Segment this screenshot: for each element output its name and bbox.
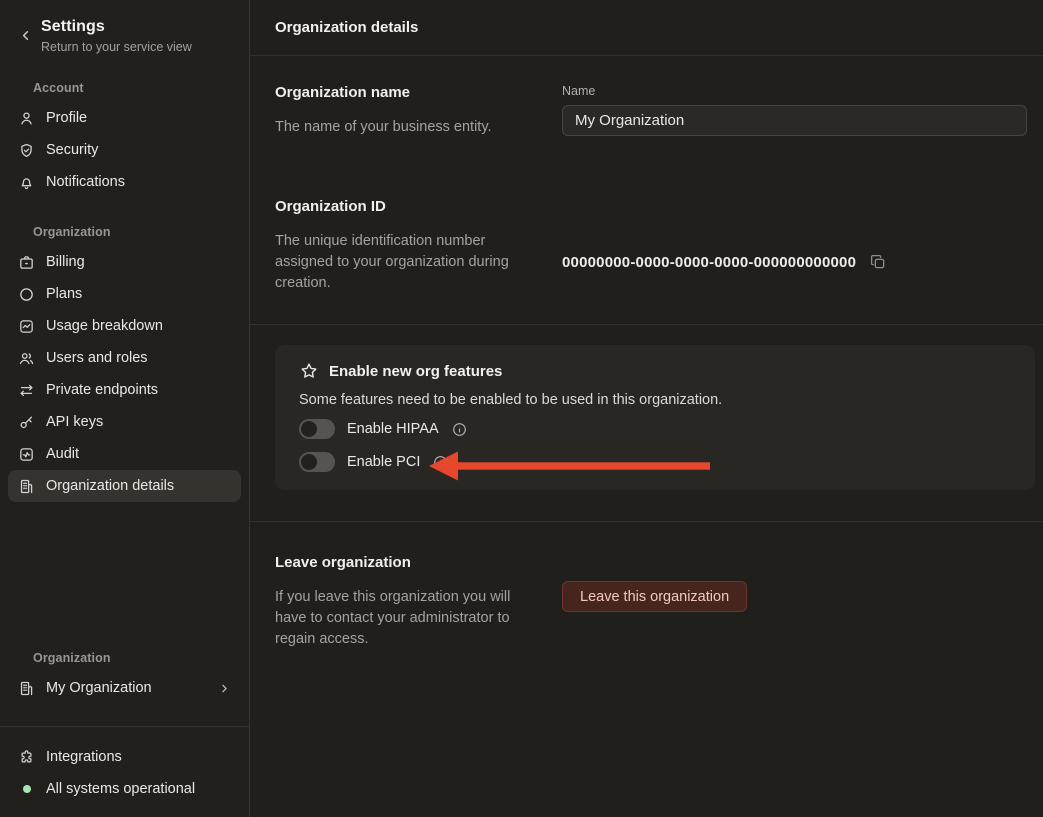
sidebar-item-private-endpoints[interactable]: Private endpoints bbox=[8, 374, 241, 406]
org-id-value: 00000000-0000-0000-0000-000000000000 bbox=[562, 254, 856, 271]
pulse-square-icon bbox=[18, 446, 35, 463]
org-switcher-label: Organization bbox=[33, 651, 249, 665]
integrations-label: Integrations bbox=[46, 749, 122, 765]
users-icon bbox=[18, 350, 35, 367]
page-title: Organization details bbox=[275, 19, 418, 36]
sidebar-title: Settings bbox=[41, 18, 192, 36]
sidebar-item-label: Users and roles bbox=[46, 350, 148, 366]
features-card-description: Some features need to be enabled to be u… bbox=[299, 392, 1011, 408]
hipaa-row: Enable HIPAA bbox=[299, 417, 1011, 441]
sidebar-spacer bbox=[0, 502, 249, 624]
status-label: All systems operational bbox=[46, 781, 195, 797]
sidebar-footer: Integrations All systems operational bbox=[0, 726, 249, 817]
hipaa-toggle-label: Enable HIPAA bbox=[347, 421, 439, 437]
leave-org-section: Leave organization If you leave this org… bbox=[250, 522, 1043, 680]
sidebar-header: Settings Return to your service view bbox=[0, 0, 249, 54]
org-name-input[interactable] bbox=[562, 105, 1027, 136]
enable-hipaa-toggle[interactable] bbox=[299, 419, 335, 439]
sidebar-item-profile[interactable]: Profile bbox=[8, 102, 241, 134]
sidebar-item-notifications[interactable]: Notifications bbox=[8, 166, 241, 198]
org-switcher-value: My Organization bbox=[46, 680, 152, 696]
leave-org-description: If you leave this organization you will … bbox=[275, 587, 540, 650]
org-id-description: The unique identification number assigne… bbox=[275, 231, 540, 294]
org-id-section: Organization ID The unique identificatio… bbox=[250, 168, 1043, 324]
sidebar-item-label: Notifications bbox=[46, 174, 125, 190]
back-button[interactable] bbox=[18, 28, 33, 43]
sidebar-subtitle: Return to your service view bbox=[41, 40, 192, 54]
leave-organization-button[interactable]: Leave this organization bbox=[562, 581, 747, 612]
sidebar-item-audit[interactable]: Audit bbox=[8, 438, 241, 470]
sidebar-item-label: Private endpoints bbox=[46, 382, 158, 398]
org-name-section: Organization name The name of your busin… bbox=[250, 56, 1043, 168]
sidebar-item-label: Usage breakdown bbox=[46, 318, 163, 334]
org-name-title: Organization name bbox=[275, 84, 540, 101]
enable-features-card: Enable new org features Some features ne… bbox=[275, 345, 1035, 490]
bell-icon bbox=[18, 174, 35, 191]
sidebar-item-usage-breakdown[interactable]: Usage breakdown bbox=[8, 310, 241, 342]
sidebar-item-plans[interactable]: Plans bbox=[8, 278, 241, 310]
star-icon bbox=[299, 361, 319, 381]
building-icon bbox=[18, 680, 35, 697]
leave-org-title: Leave organization bbox=[275, 554, 540, 571]
puzzle-icon bbox=[18, 749, 35, 766]
copy-button[interactable] bbox=[869, 253, 887, 271]
section-divider bbox=[250, 324, 1043, 325]
sidebar-item-security[interactable]: Security bbox=[8, 134, 241, 166]
sidebar-item-label: API keys bbox=[46, 414, 103, 430]
system-status[interactable]: All systems operational bbox=[8, 773, 241, 805]
copy-icon bbox=[869, 253, 887, 271]
building-icon bbox=[18, 478, 35, 495]
user-icon bbox=[18, 110, 35, 127]
main-content: Organization details Organization name T… bbox=[250, 0, 1043, 817]
sidebar-item-api-keys[interactable]: API keys bbox=[8, 406, 241, 438]
org-switcher[interactable]: My Organization bbox=[8, 672, 241, 704]
page-header: Organization details bbox=[250, 0, 1043, 56]
arrows-swap-icon bbox=[18, 382, 35, 399]
pci-toggle-label: Enable PCI bbox=[347, 454, 420, 470]
sidebar-item-organization-details[interactable]: Organization details bbox=[8, 470, 241, 502]
enable-pci-toggle[interactable] bbox=[299, 452, 335, 472]
billing-icon bbox=[18, 254, 35, 271]
sidebar-item-billing[interactable]: Billing bbox=[8, 246, 241, 278]
chevron-right-icon bbox=[218, 682, 231, 695]
sidebar-item-users-and-roles[interactable]: Users and roles bbox=[8, 342, 241, 374]
org-id-title: Organization ID bbox=[275, 198, 540, 215]
green-dot bbox=[23, 785, 31, 793]
info-icon[interactable] bbox=[451, 421, 468, 438]
name-field-label: Name bbox=[562, 84, 1027, 98]
chevron-left-icon bbox=[18, 28, 33, 43]
shield-check-icon bbox=[18, 142, 35, 159]
red-annotation-arrow-icon bbox=[427, 449, 712, 483]
sidebar-item-label: Plans bbox=[46, 286, 82, 302]
section-label-organization: Organization bbox=[33, 225, 249, 239]
sidebar-item-label: Profile bbox=[46, 110, 87, 126]
settings-sidebar: Settings Return to your service view Acc… bbox=[0, 0, 250, 817]
org-name-description: The name of your business entity. bbox=[275, 117, 540, 138]
sidebar-item-label: Security bbox=[46, 142, 98, 158]
section-label-account: Account bbox=[33, 81, 249, 95]
circle-icon bbox=[18, 286, 35, 303]
chart-icon bbox=[18, 318, 35, 335]
sidebar-item-label: Audit bbox=[46, 446, 79, 462]
features-card-title: Enable new org features bbox=[329, 363, 502, 380]
sidebar-item-label: Billing bbox=[46, 254, 85, 270]
sidebar-item-label: Organization details bbox=[46, 478, 174, 494]
key-icon bbox=[18, 414, 35, 431]
integrations-link[interactable]: Integrations bbox=[8, 741, 241, 773]
